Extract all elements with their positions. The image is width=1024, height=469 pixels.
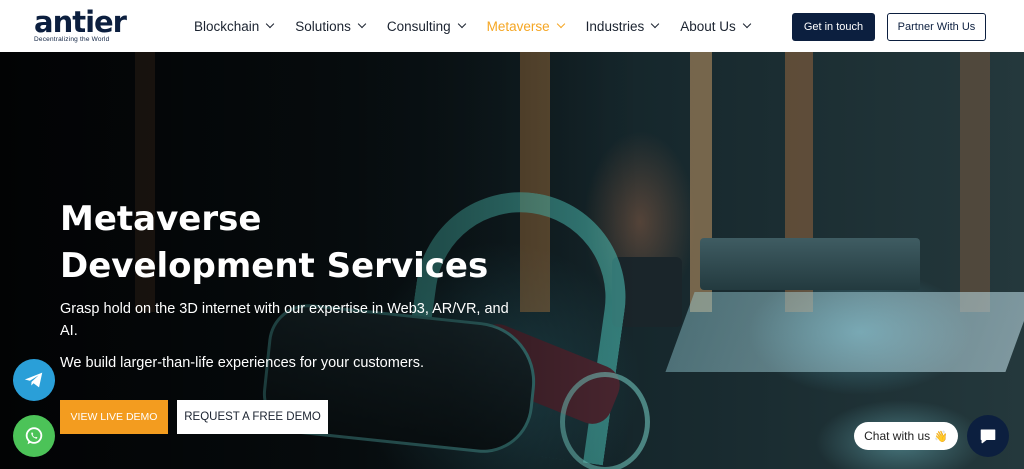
nav-label: Consulting [386,18,451,34]
telegram-icon [24,372,43,388]
nav-label: Solutions [295,18,351,34]
partner-with-us-button[interactable]: Partner With Us [887,13,986,41]
hero-title: Metaverse Development Services [60,199,489,286]
get-in-touch-button[interactable]: Get in touch [792,13,875,41]
telegram-button[interactable] [13,359,55,401]
background-shelf [960,52,990,312]
chevron-down-icon [266,19,275,29]
hero-subdescription: We build larger-than-life experiences fo… [60,355,425,371]
nav-item-blockchain[interactable]: Blockchain [194,18,275,34]
chat-label: Chat with us [864,429,931,443]
nav-item-industries[interactable]: Industries [585,18,660,34]
glowing-table [665,292,1024,372]
whatsapp-icon [25,427,43,445]
chevron-down-icon [742,19,751,29]
book-stack [700,238,920,290]
chevron-down-icon [357,19,367,29]
antier-logo[interactable]: antier Decentralizing the World [34,5,136,44]
nav-item-metaverse[interactable]: Metaverse [486,18,565,34]
chevron-down-icon [556,19,565,29]
chevron-down-icon [650,19,660,29]
site-header: antier Decentralizing the World Blockcha… [0,0,1024,52]
logo-wordmark: antier [34,5,127,39]
nav-item-about-us[interactable]: About Us [680,18,751,34]
request-free-demo-button[interactable]: REQUEST A FREE DEMO [177,400,328,434]
nav-item-solutions[interactable]: Solutions [295,18,367,34]
nav-item-consulting[interactable]: Consulting [386,18,466,34]
hero-description: Grasp hold on the 3D internet with our e… [60,301,509,339]
chat-open-button[interactable] [967,415,1009,457]
waving-hand-icon: 👋 [934,430,948,443]
view-live-demo-button[interactable]: VIEW LIVE DEMO [60,400,168,434]
nav-label: About Us [680,18,736,34]
chat-with-us-bubble[interactable]: Chat with us 👋 [854,422,958,450]
whatsapp-button[interactable] [13,415,55,457]
chevron-down-icon [457,19,466,29]
main-nav: Blockchain Solutions Consulting Metavers… [194,0,772,52]
nav-label: Industries [585,18,645,34]
chat-bubble-icon [980,429,996,444]
nav-label: Blockchain [194,18,260,34]
nav-label: Metaverse [486,18,550,34]
